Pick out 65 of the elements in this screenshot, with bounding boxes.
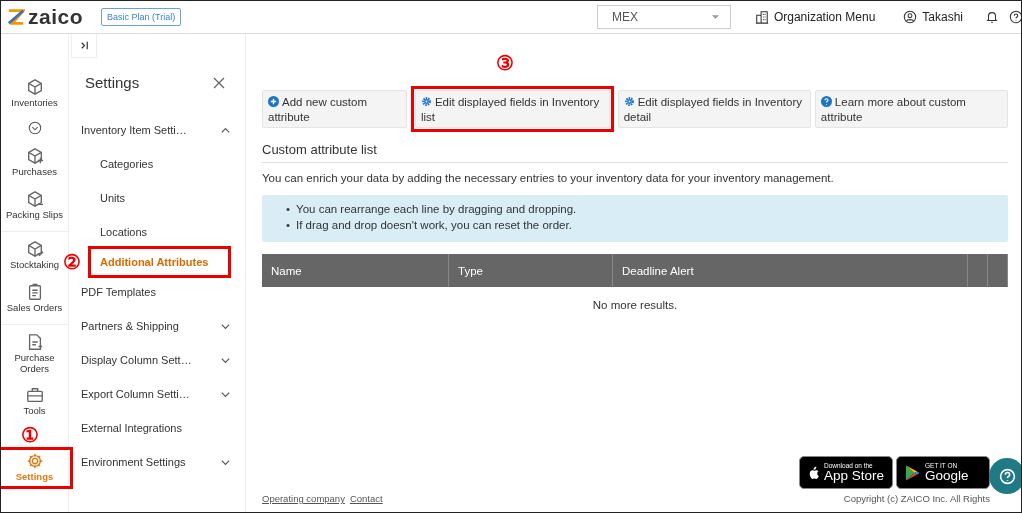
description-text: You can enrich your data by adding the necessary entries to your inventory data for your inventory management. [262, 172, 835, 184]
nav-item[interactable]: Sales Orders [1, 280, 68, 324]
callout-number: ③ [495, 53, 514, 73]
column-header: Name [262, 254, 449, 288]
building-icon [754, 10, 769, 24]
settings-menu-item[interactable]: Inventory Item Setti… [69, 113, 245, 147]
footer-link[interactable]: Contact [349, 493, 383, 504]
settings-menu-item[interactable]: PDF Templates [69, 275, 245, 309]
settings-submenu-item[interactable]: Additional Attributes [91, 249, 228, 275]
nav-item[interactable]: Purchases [1, 144, 68, 188]
info-note: If drag and drop doesn't work, you can reset the order. [296, 218, 572, 234]
caret-icon [710, 14, 720, 20]
close-icon[interactable] [213, 76, 225, 89]
settings-submenu-item[interactable]: Locations [69, 215, 245, 249]
footer-link[interactable]: Operating company [262, 493, 345, 504]
plan-badge: Basic Plan (Trial) [101, 8, 182, 26]
toolbox-icon [25, 386, 44, 405]
bullet-marker: • [286, 202, 291, 217]
copyright-text: Copyright (c) ZAICO Inc. All Rights [843, 493, 990, 504]
box-icon [25, 146, 44, 165]
nav-item[interactable]: Inventories [1, 76, 68, 119]
info-note: You can rearrange each line by dragging and dropping. [296, 202, 577, 217]
empty-message: No more results. [591, 298, 679, 314]
help-icon [820, 96, 832, 107]
settings-submenu-item[interactable]: Categories [69, 147, 245, 181]
logo-icon [7, 8, 25, 26]
section-title: Custom attribute list [262, 142, 1008, 163]
settings-submenu-item[interactable]: Units [69, 181, 245, 215]
logo-text: zaico [28, 5, 84, 29]
nav-item[interactable]: Packing Slips [1, 187, 68, 231]
bell-icon[interactable] [985, 10, 999, 24]
action-button[interactable]: Add new custom attribute [262, 90, 407, 128]
settings-menu-item[interactable]: External Integrations [69, 411, 245, 445]
column-header: Deadline Alert [613, 254, 968, 288]
location-select[interactable]: MEX [596, 5, 731, 29]
settings-icon [623, 96, 635, 107]
help-button[interactable] [989, 458, 1021, 494]
callout-number: ① [20, 425, 39, 446]
box-icon [25, 239, 44, 258]
badge-title: Google [925, 469, 969, 483]
column-header: Type [449, 254, 613, 288]
settings-menu-item[interactable]: Partners & Shipping [69, 309, 245, 343]
organization-menu-button[interactable]: Organization Menu [748, 9, 882, 25]
help-icon [998, 467, 1016, 485]
action-button[interactable]: Edit displayed fields in Inventory list [414, 90, 610, 128]
action-button[interactable]: Edit displayed fields in Inventory detail [617, 90, 811, 128]
settings-menu-item[interactable]: Environment Settings [69, 445, 245, 479]
settings-menu-item[interactable]: Display Column Sett… [69, 343, 245, 377]
bullet-marker: • [286, 218, 291, 234]
collapse-button[interactable] [71, 34, 97, 58]
badge-title: App Store [823, 469, 884, 483]
plus-icon [268, 96, 279, 107]
user-icon [903, 10, 918, 24]
help-icon[interactable] [1009, 10, 1021, 24]
user-menu-button[interactable]: Takashi [897, 9, 969, 25]
settings-icon [25, 452, 44, 471]
box-icon [25, 189, 44, 208]
panel-title: Settings [85, 74, 140, 91]
nav-item[interactable]: Purchase Orders [1, 323, 68, 385]
box-icon [25, 78, 44, 96]
action-button[interactable]: Learn more about custom attribute [814, 90, 1008, 128]
chevron-down-icon[interactable] [27, 120, 42, 135]
settings-icon [420, 96, 432, 107]
play-icon [905, 463, 920, 482]
settings-menu-item[interactable]: Export Column Setti… [69, 377, 245, 411]
